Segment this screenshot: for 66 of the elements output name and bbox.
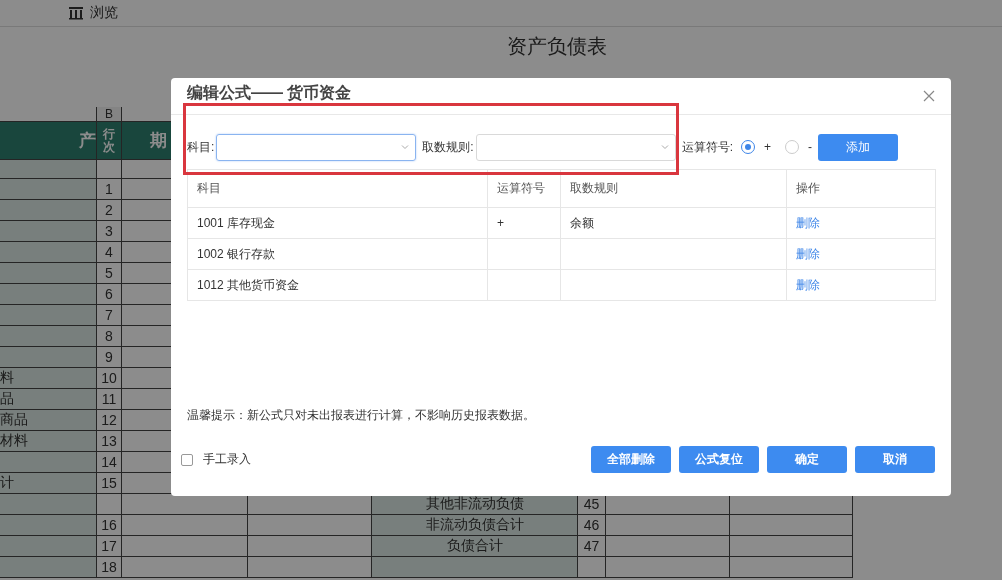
header-cell: 产 xyxy=(0,122,97,160)
chevron-down-icon xyxy=(401,144,410,150)
table-cell: 12 xyxy=(97,410,122,431)
operator-option[interactable]: + xyxy=(764,140,772,154)
chevron-down-icon xyxy=(660,144,669,150)
table-cell: 8 xyxy=(97,326,122,347)
table-cell: 10 xyxy=(97,368,122,389)
add-button[interactable]: 添加 xyxy=(818,133,898,161)
table-cell: 商品 xyxy=(0,410,97,431)
table-cell: 非流动负债合计 xyxy=(372,515,578,536)
table-cell: 11 xyxy=(97,389,122,410)
table-cell: 17 xyxy=(97,536,122,557)
delete-link[interactable]: 删除 xyxy=(796,277,820,292)
radio-button[interactable] xyxy=(785,140,800,154)
radio-button[interactable] xyxy=(741,140,756,154)
hint-text: 温馨提示：新公式只对未出报表进行计算，不影响历史报表数据。 xyxy=(187,407,536,424)
table-cell: 15 xyxy=(97,473,122,494)
header-cell: 行次 xyxy=(97,122,122,160)
table-cell: 1001 库存现金 xyxy=(197,215,276,230)
table-cell: 负债合计 xyxy=(372,536,578,557)
sheet-cell xyxy=(578,557,606,578)
column-header: 操作 xyxy=(786,169,936,208)
dialog-title: 编辑公式—— 货币资金 xyxy=(187,83,352,104)
checkbox-label[interactable]: 手工录入 xyxy=(203,451,251,468)
table-cell: 1002 银行存款 xyxy=(197,246,276,261)
report-title: 资产负债表 xyxy=(507,35,607,57)
table-cell: 46 xyxy=(578,515,606,536)
table-cell: 18 xyxy=(97,557,122,578)
table-cell: + xyxy=(497,216,504,230)
table-cell: 计 xyxy=(0,473,97,494)
table-cell: 13 xyxy=(97,431,122,452)
table-cell: 5 xyxy=(97,263,122,284)
column-letter: B xyxy=(97,107,122,122)
dialog-button[interactable]: 全部删除 xyxy=(591,446,671,473)
table-cell: 3 xyxy=(97,221,122,242)
table-cell: 2 xyxy=(97,200,122,221)
delete-link[interactable]: 删除 xyxy=(796,215,820,230)
subject-label: 科目: xyxy=(187,138,215,156)
table-cell: 6 xyxy=(97,284,122,305)
table-cell: 1012 其他货币资金 xyxy=(197,277,300,292)
table-cell: 余额 xyxy=(570,215,594,230)
close-icon[interactable] xyxy=(923,90,935,102)
table-cell: 材料 xyxy=(0,431,97,452)
table-cell: 14 xyxy=(97,452,122,473)
dialog-button[interactable]: 取消 xyxy=(855,446,935,473)
columns-icon[interactable] xyxy=(68,6,84,20)
sheet-cell xyxy=(97,494,122,515)
dialog-button[interactable]: 确定 xyxy=(767,446,847,473)
column-header: 取数规则 xyxy=(560,169,787,208)
delete-link[interactable]: 删除 xyxy=(796,246,820,261)
table-cell: 1 xyxy=(97,179,122,200)
table-cell: 料 xyxy=(0,368,97,389)
rule-label: 取数规则: xyxy=(422,138,474,156)
checkbox[interactable] xyxy=(181,453,193,466)
subject-select[interactable] xyxy=(216,133,417,161)
operator-option[interactable]: - xyxy=(808,140,813,154)
table-cell: 其他非流动负债 xyxy=(372,494,578,515)
operator-label: 运算符号: xyxy=(681,138,734,156)
dialog-button[interactable]: 公式复位 xyxy=(679,446,759,473)
table-cell: 7 xyxy=(97,305,122,326)
table-cell: 品 xyxy=(0,389,97,410)
table-cell: 47 xyxy=(578,536,606,557)
table-cell: 16 xyxy=(97,515,122,536)
table-cell: 9 xyxy=(97,347,122,368)
table-cell: 4 xyxy=(97,242,122,263)
browse-label[interactable]: 浏览 xyxy=(90,4,118,22)
